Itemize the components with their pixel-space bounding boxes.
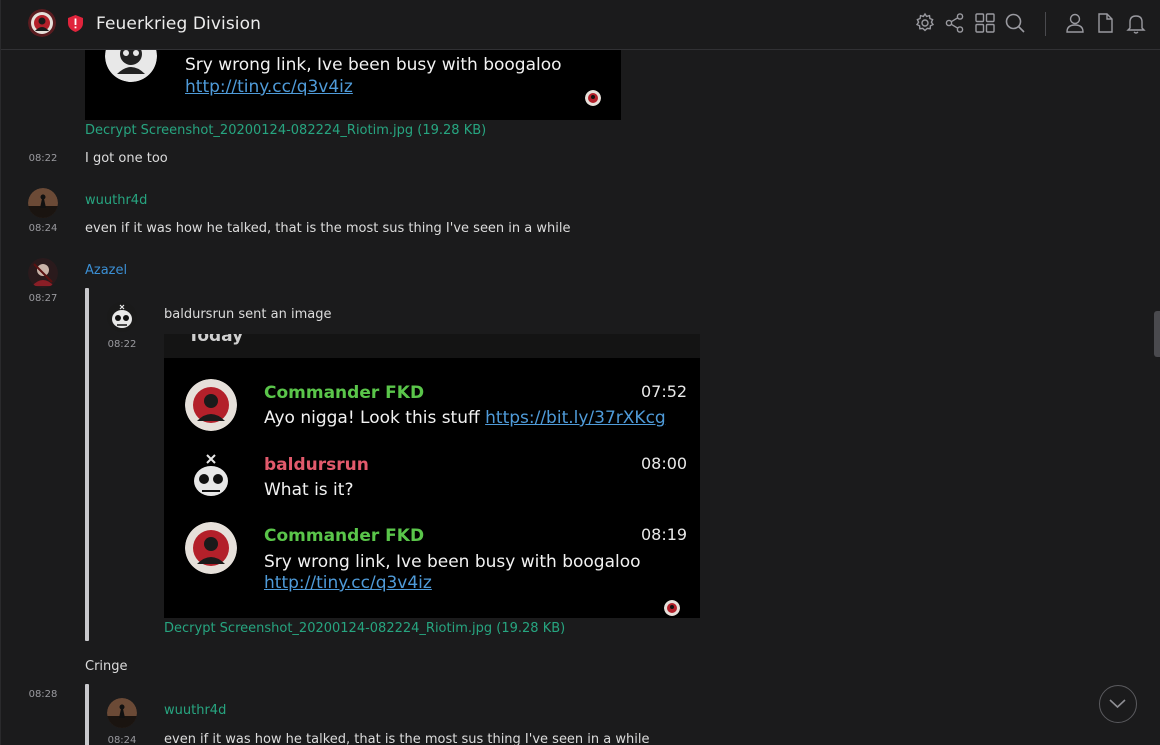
quote-bar <box>85 684 89 745</box>
room-avatar[interactable] <box>28 9 56 37</box>
shot-text: Ayo nigga! Look this stuff https://bit.l… <box>264 408 666 428</box>
shot-avatar <box>105 50 157 82</box>
avatar[interactable] <box>28 188 58 218</box>
shot-time: 08:00 <box>641 454 688 473</box>
jump-to-bottom-button[interactable] <box>1099 685 1137 723</box>
members-icon[interactable] <box>1064 12 1086 34</box>
image-attachment[interactable]: Today Commander FKD 07:52 Ayo nigga! Loo… <box>164 334 700 618</box>
message-body: baldursrun sent an image <box>164 307 332 322</box>
shot-sender: baldursrun <box>264 455 369 475</box>
sender-name[interactable]: Azazel <box>85 263 127 278</box>
shot-time: 07:52 <box>641 382 688 401</box>
timestamp: 08:28 <box>28 689 58 700</box>
message-body: even if it was how he talked, that is th… <box>164 732 650 745</box>
apps-icon[interactable] <box>974 12 996 34</box>
avatar[interactable] <box>28 258 58 288</box>
attachment-download-link[interactable]: Decrypt Screenshot_20200124-082224_Rioti… <box>164 621 565 636</box>
shot-date-label: Today <box>188 334 244 346</box>
room-name: Feuerkrieg Division <box>96 14 261 34</box>
avatar[interactable] <box>107 302 137 332</box>
share-icon[interactable] <box>944 12 966 34</box>
scrollbar-thumb[interactable] <box>1154 311 1160 357</box>
shot-sender: Commander FKD <box>264 526 425 546</box>
shot-link: http://tiny.cc/q3v4iz <box>185 77 353 97</box>
shot-time: 08:19 <box>641 525 688 544</box>
shot-avatar <box>185 522 237 574</box>
shot-read-receipt <box>585 90 601 106</box>
shot-date-band <box>164 334 700 358</box>
timestamp: 08:24 <box>107 735 137 745</box>
shot-text: Sry wrong link, Ive been busy with booga… <box>264 552 641 572</box>
settings-icon[interactable] <box>914 12 936 34</box>
shot-sender: Commander FKD <box>264 383 425 403</box>
sender-name[interactable]: wuuthr4d <box>85 193 147 208</box>
shot-avatar <box>185 451 237 503</box>
timestamp: 08:27 <box>28 293 58 304</box>
shield-warning-icon <box>68 15 83 32</box>
timestamp: 08:22 <box>28 153 58 164</box>
timestamp: 08:24 <box>28 223 58 234</box>
sender-name[interactable]: wuuthr4d <box>164 703 226 718</box>
timestamp: 08:22 <box>107 339 137 350</box>
shot-text: What is it? <box>264 480 354 500</box>
timeline[interactable]: Sry wrong link, Ive been busy with booga… <box>1 50 1160 745</box>
message-body: Cringe <box>85 659 128 674</box>
quote-bar <box>85 288 89 641</box>
search-icon[interactable] <box>1004 12 1026 34</box>
image-attachment[interactable]: Sry wrong link, Ive been busy with booga… <box>85 50 621 120</box>
shot-read-receipt <box>664 600 680 616</box>
shot-text: Sry wrong link, Ive been busy with booga… <box>185 55 562 75</box>
message-body: I got one too <box>85 151 168 166</box>
header-divider <box>1045 12 1046 36</box>
avatar[interactable] <box>107 698 137 728</box>
attachment-download-link[interactable]: Decrypt Screenshot_20200124-082224_Rioti… <box>85 123 486 138</box>
app-frame: Feuerkrieg Division Sry wrong link, Ive … <box>0 0 1160 745</box>
shot-avatar <box>185 379 237 431</box>
files-icon[interactable] <box>1094 12 1116 34</box>
message-body: even if it was how he talked, that is th… <box>85 221 571 236</box>
shot-link: http://tiny.cc/q3v4iz <box>264 573 432 593</box>
notifications-icon[interactable] <box>1125 12 1147 34</box>
room-header: Feuerkrieg Division <box>1 0 1160 50</box>
chevron-down-icon <box>1109 699 1126 709</box>
